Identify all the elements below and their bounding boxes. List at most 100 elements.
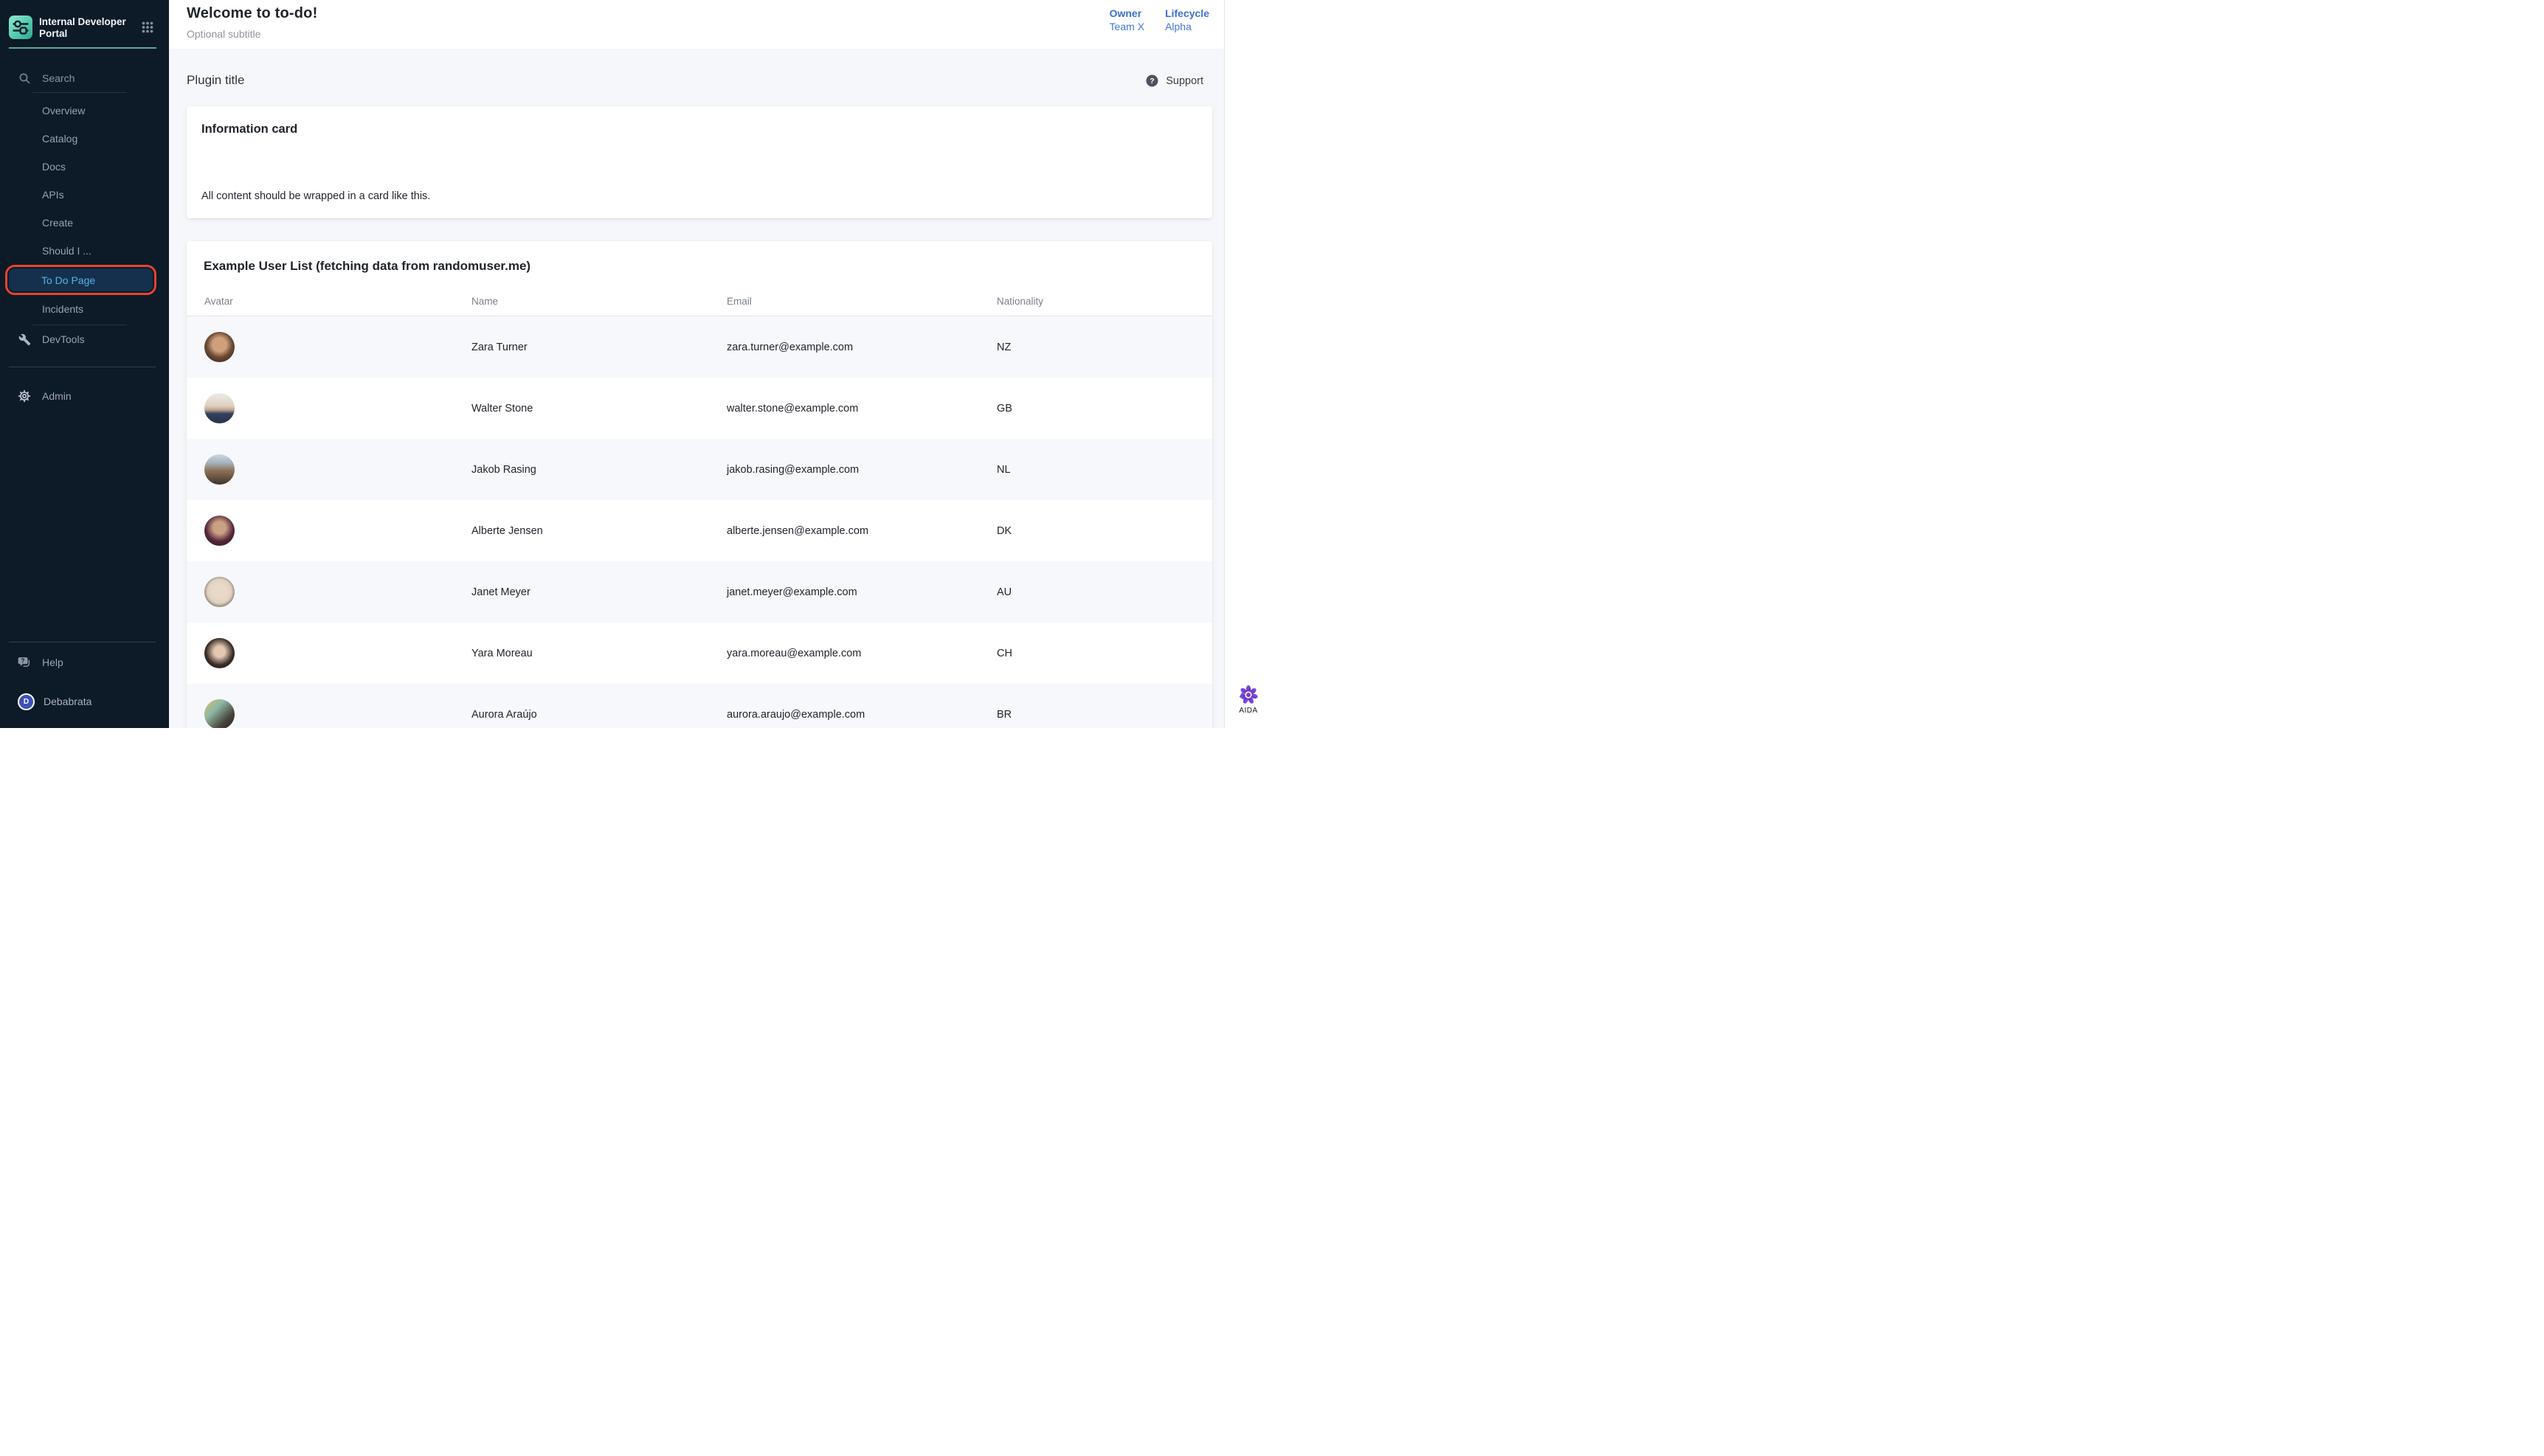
content-area: Plugin title ? Support Information card …	[169, 49, 1224, 728]
user-name-cell: Walter Stone	[471, 403, 727, 415]
avatar	[204, 516, 235, 546]
user-avatar: D	[18, 693, 35, 710]
wrench-icon	[18, 333, 31, 346]
avatar	[204, 699, 235, 728]
sidebar-item-incidents[interactable]: Incidents	[0, 295, 169, 323]
user-name-cell: Jakob Rasing	[471, 464, 727, 476]
column-header-name: Name	[471, 296, 727, 307]
user-email-cell: alberte.jensen@example.com	[727, 525, 997, 537]
table-header-row: Avatar Name Email Nationality	[187, 274, 1212, 316]
header-meta: Owner Team X Lifecycle Alpha	[1110, 7, 1209, 32]
portal-title: Internal Developer Portal	[39, 16, 132, 40]
owner-label[interactable]: Owner	[1110, 7, 1144, 19]
active-item-highlight-ring: To Do Page	[5, 265, 156, 295]
sidebar-accent-divider	[9, 47, 156, 49]
avatar	[204, 577, 235, 607]
avatar	[204, 393, 235, 423]
column-header-email: Email	[727, 296, 997, 307]
help-label: Help	[42, 656, 63, 668]
table-row: Janet Meyerjanet.meyer@example.comAU	[187, 561, 1212, 623]
sidebar-item-should-i[interactable]: Should I ...	[0, 237, 169, 265]
user-name-cell: Janet Meyer	[471, 586, 727, 598]
user-name: Debabrata	[44, 696, 91, 707]
sidebar-item-overview[interactable]: Overview	[0, 97, 169, 125]
sidebar-item-to-do-page[interactable]: To Do Page	[9, 268, 153, 291]
user-list-title: Example User List (fetching data from ra…	[187, 241, 1212, 274]
svg-text:?: ?	[1150, 77, 1154, 86]
user-nationality-cell: NZ	[997, 342, 1212, 353]
apps-grid-icon[interactable]	[142, 21, 153, 37]
admin-label: Admin	[42, 390, 72, 402]
table-row: Alberte Jensenalberte.jensen@example.com…	[187, 500, 1212, 561]
page-title: Welcome to to-do!	[187, 5, 317, 22]
search-icon	[18, 72, 31, 85]
right-strip: AIDA	[1224, 0, 1272, 728]
sidebar-item-docs[interactable]: Docs	[0, 153, 169, 181]
information-card-body: All content should be wrapped in a card …	[201, 190, 430, 202]
chat-question-icon: ?	[18, 656, 31, 669]
table-row: Aurora Araújoaurora.araujo@example.comBR	[187, 684, 1212, 728]
table-row: Yara Moreauyara.moreau@example.comCH	[187, 623, 1212, 684]
user-name-cell: Yara Moreau	[471, 648, 727, 659]
sidebar-item-search[interactable]: Search	[0, 64, 169, 92]
support-label: Support	[1166, 75, 1203, 87]
aida-label: AIDA	[1239, 707, 1257, 715]
sidebar: Internal Developer Portal Search Overvie…	[0, 0, 169, 728]
user-email-cell: aurora.araujo@example.com	[727, 709, 997, 721]
page-header: Welcome to to-do! Optional subtitle Owne…	[169, 0, 1224, 49]
page-subtitle: Optional subtitle	[187, 28, 260, 40]
svg-text:?: ?	[21, 657, 25, 664]
lifecycle-value[interactable]: Alpha	[1165, 21, 1209, 32]
user-list-card: Example User List (fetching data from ra…	[187, 241, 1212, 728]
user-nationality-cell: AU	[997, 586, 1212, 598]
avatar	[204, 332, 235, 362]
lifecycle-label[interactable]: Lifecycle	[1165, 7, 1209, 19]
search-label: Search	[42, 72, 75, 84]
sidebar-item-catalog[interactable]: Catalog	[0, 125, 169, 153]
sidebar-item-help[interactable]: ? Help	[0, 648, 169, 676]
support-button[interactable]: ? Support	[1146, 74, 1203, 87]
user-nationality-cell: NL	[997, 464, 1212, 476]
avatar	[204, 638, 235, 668]
user-nationality-cell: BR	[997, 709, 1212, 721]
sidebar-bottom: ? Help D Debabrata	[0, 642, 169, 728]
portal-logo-icon[interactable]	[9, 15, 32, 39]
user-nationality-cell: DK	[997, 525, 1212, 537]
plugin-title: Plugin title	[187, 73, 244, 88]
sidebar-item-devtools[interactable]: DevTools	[0, 325, 169, 353]
table-row: Jakob Rasingjakob.rasing@example.comNL	[187, 439, 1212, 500]
user-email-cell: walter.stone@example.com	[727, 403, 997, 415]
user-table-body: Zara Turnerzara.turner@example.comNZWalt…	[187, 316, 1212, 728]
user-nationality-cell: GB	[997, 403, 1212, 415]
owner-meta: Owner Team X	[1110, 7, 1144, 32]
information-card: Information card All content should be w…	[187, 106, 1212, 218]
gear-icon	[18, 389, 31, 403]
sidebar-header: Internal Developer Portal	[0, 0, 169, 47]
app-root: Internal Developer Portal Search Overvie…	[0, 0, 1272, 728]
owner-value[interactable]: Team X	[1110, 21, 1144, 32]
sidebar-item-create[interactable]: Create	[0, 209, 169, 237]
user-email-cell: zara.turner@example.com	[727, 342, 997, 353]
aida-widget[interactable]: AIDA	[1225, 684, 1272, 715]
user-email-cell: yara.moreau@example.com	[727, 648, 997, 659]
information-card-title: Information card	[187, 106, 1212, 136]
user-name-cell: Aurora Araújo	[471, 709, 727, 721]
lifecycle-meta: Lifecycle Alpha	[1165, 7, 1209, 32]
user-name-cell: Zara Turner	[471, 342, 727, 353]
aida-flower-icon	[1238, 684, 1259, 705]
sidebar-user[interactable]: D Debabrata	[0, 687, 169, 715]
devtools-label: DevTools	[42, 333, 85, 345]
sidebar-item-apis[interactable]: APIs	[0, 181, 169, 209]
sidebar-item-admin[interactable]: Admin	[0, 382, 169, 410]
question-circle-icon: ?	[1146, 74, 1158, 87]
user-nationality-cell: CH	[997, 648, 1212, 659]
table-row: Zara Turnerzara.turner@example.comNZ	[187, 316, 1212, 378]
table-row: Walter Stonewalter.stone@example.comGB	[187, 378, 1212, 439]
user-name-cell: Alberte Jensen	[471, 525, 727, 537]
user-email-cell: janet.meyer@example.com	[727, 586, 997, 598]
column-header-avatar: Avatar	[204, 296, 471, 307]
user-email-cell: jakob.rasing@example.com	[727, 464, 997, 476]
avatar	[204, 454, 235, 485]
column-header-nationality: Nationality	[997, 296, 1212, 307]
sidebar-nav: OverviewCatalogDocsAPIsCreateShould I ..…	[0, 93, 169, 323]
